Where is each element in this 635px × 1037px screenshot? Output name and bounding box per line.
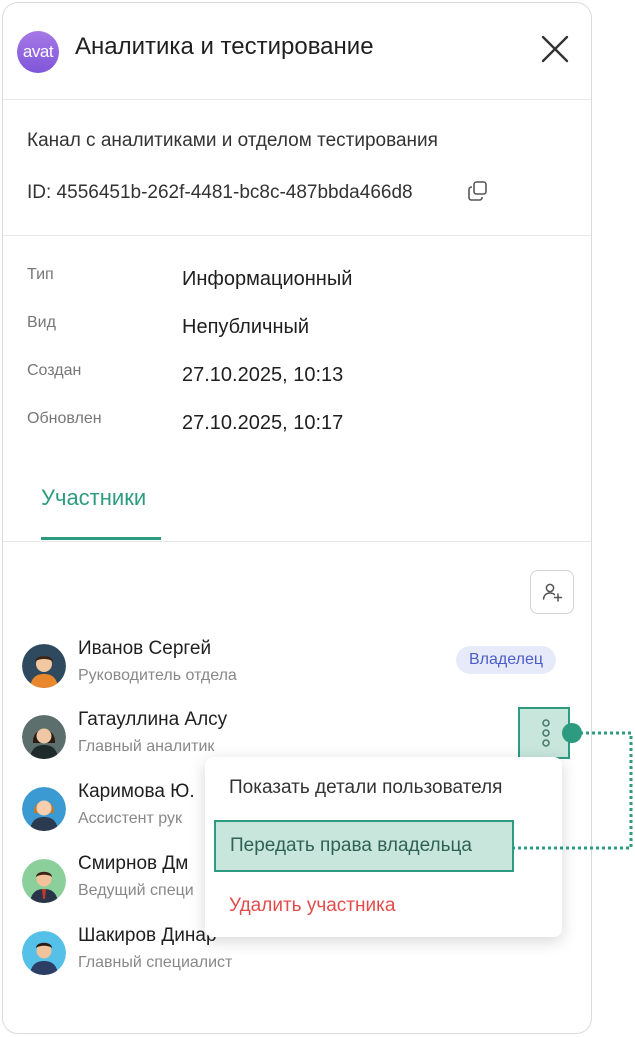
- member-role: Главный специалист: [78, 954, 233, 971]
- menu-item-label: Удалить участника: [229, 895, 396, 916]
- property-value: Информационный: [182, 268, 353, 290]
- channel-title: Аналитика и тестирование: [75, 33, 374, 60]
- member-avatar: [22, 931, 66, 975]
- tab-members[interactable]: Участники: [41, 485, 146, 511]
- menu-item-show-details[interactable]: Показать детали пользователя: [205, 757, 562, 813]
- member-name: Смирнов Дм: [78, 853, 189, 874]
- channel-info: Канал с аналитиками и отделом тестирован…: [3, 100, 591, 236]
- property-row-visibility: Вид Непубличный: [3, 314, 591, 344]
- member-avatar: [22, 787, 66, 831]
- property-value: 27.10.2025, 10:13: [182, 364, 344, 386]
- member-avatar: [22, 715, 66, 759]
- channel-avatar-text: avat: [22, 42, 54, 61]
- property-label: Вид: [27, 314, 56, 331]
- member-row[interactable]: Иванов Сергей Руководитель отдела Владел…: [0, 638, 590, 698]
- add-user-icon: [542, 583, 563, 602]
- add-user-button[interactable]: [530, 570, 574, 614]
- close-icon[interactable]: [539, 33, 571, 65]
- menu-item-delete-member[interactable]: Удалить участника: [205, 875, 562, 931]
- tab-active-indicator: [41, 537, 161, 540]
- member-role: Руководитель отдела: [78, 667, 237, 684]
- member-context-menu: Показать детали пользователя Передать пр…: [205, 757, 562, 937]
- channel-avatar: avat: [17, 31, 59, 73]
- member-name: Шакиров Динар: [78, 925, 217, 946]
- property-row-type: Тип Информационный: [3, 266, 591, 296]
- property-value: Непубличный: [182, 316, 310, 338]
- property-row-created: Создан 27.10.2025, 10:13: [3, 362, 591, 392]
- member-avatar: [22, 859, 66, 903]
- panel-header: avat Аналитика и тестирование: [3, 3, 591, 100]
- menu-item-transfer-owner[interactable]: Передать права владельца: [214, 820, 514, 872]
- channel-description: Канал с аналитиками и отделом тестирован…: [27, 130, 438, 151]
- member-actions-button[interactable]: [518, 707, 570, 759]
- member-name: Гатауллина Алсу: [78, 709, 228, 730]
- member-avatar: [22, 644, 66, 688]
- property-row-updated: Обновлен 27.10.2025, 10:17: [3, 410, 591, 440]
- property-label: Создан: [27, 362, 82, 379]
- tab-bar: Участники: [3, 473, 591, 542]
- menu-item-label: Передать права владельца: [230, 835, 472, 856]
- property-value: 27.10.2025, 10:17: [182, 412, 344, 434]
- member-name: Каримова Ю.: [78, 781, 195, 802]
- member-role: Ведущий специ: [78, 882, 194, 899]
- kebab-icon: [542, 719, 550, 747]
- menu-item-label: Показать детали пользователя: [229, 777, 503, 798]
- member-role: Ассистент рук: [78, 810, 182, 827]
- member-name: Иванов Сергей: [78, 638, 212, 659]
- owner-badge: Владелец: [456, 646, 557, 674]
- member-role: Главный аналитик: [78, 738, 215, 755]
- copy-icon[interactable]: [467, 180, 489, 202]
- channel-id: ID: 4556451b-262f-4481-bc8c-487bbda466d8: [27, 182, 413, 203]
- property-label: Обновлен: [27, 410, 102, 427]
- property-label: Тип: [27, 266, 54, 283]
